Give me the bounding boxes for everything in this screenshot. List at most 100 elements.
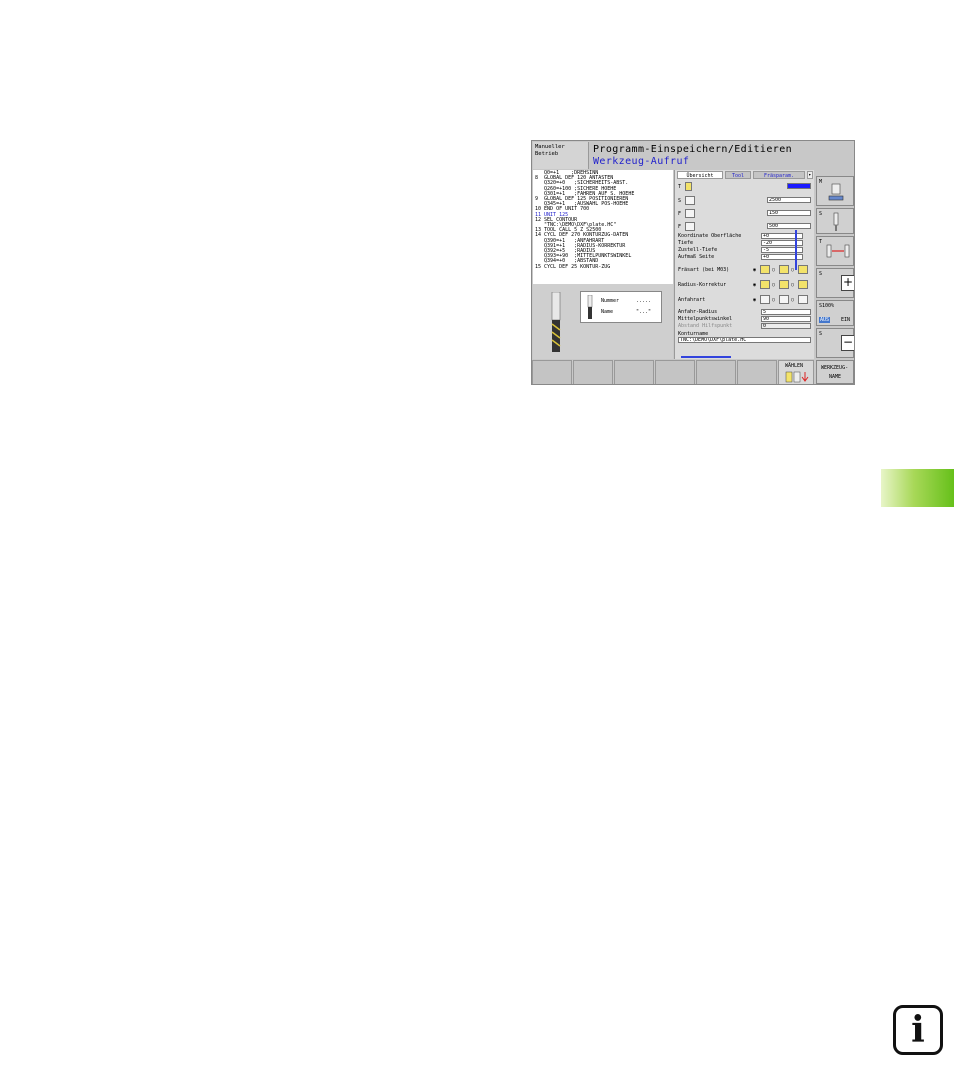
- mill-mode-radio-3[interactable]: ○: [791, 267, 794, 273]
- tab-scroll-right-icon[interactable]: ▸: [807, 171, 813, 179]
- approach-line-icon: [779, 295, 789, 304]
- program-line[interactable]: 15 CYCL DEF 25 KONTUR-ZUG: [535, 264, 671, 270]
- bottom-softkey-bar: WÄHLEN: [532, 360, 814, 384]
- tool-graphic-panel: Nummer ..... Name "...": [533, 284, 673, 359]
- form-scrollbar[interactable]: [795, 230, 797, 270]
- tab-tool[interactable]: Tool: [725, 171, 751, 179]
- center-angle-label: Mittelpunktswinkel: [678, 316, 733, 322]
- override-label: S100%: [819, 303, 835, 309]
- tool-number-field[interactable]: [787, 183, 811, 189]
- mill-mode-radio-2[interactable]: ○: [772, 267, 775, 273]
- tab-overview[interactable]: Übersicht: [677, 171, 723, 179]
- tool-change-icon: [826, 244, 850, 258]
- form-tabs: Übersicht Tool Fräsparam. ▸: [675, 170, 814, 180]
- machine-table-icon: [828, 183, 844, 201]
- werkzeug-label-1: WERKZEUG-: [821, 365, 849, 371]
- ein-label: EIN: [841, 317, 851, 323]
- contour-name-field[interactable]: TNC:\DEMO\DXF\plate.HC: [678, 337, 811, 343]
- form-hscrollbar[interactable]: [681, 356, 731, 358]
- comp-left-icon: [760, 280, 770, 289]
- plus-icon: +: [841, 275, 854, 291]
- radius-comp-label: Radius-Korrektur: [678, 282, 727, 288]
- comp-none-icon: [798, 280, 808, 289]
- approach-radius-label: Anfahr-Radius: [678, 309, 718, 315]
- spindle-tool-icon: [833, 212, 839, 231]
- waehlen-label: WÄHLEN: [785, 363, 804, 369]
- t-label-softkey: T: [819, 239, 823, 245]
- select-tool-icon: [785, 371, 809, 383]
- radius-comp-radio-1[interactable]: ◉: [753, 282, 756, 288]
- s-label-1: S: [819, 211, 823, 217]
- s-label: S: [678, 198, 682, 204]
- spindle-plus-softkey[interactable]: S +: [816, 268, 854, 298]
- comp-right-icon: [779, 280, 789, 289]
- info-icon: i: [893, 1005, 943, 1055]
- tool-number-value: .....: [636, 298, 652, 304]
- t-label: T: [678, 184, 682, 190]
- tnc-screen: Manueller Betrieb Programm-Einspeichern/…: [531, 140, 855, 385]
- tool-number-label: Nummer: [601, 298, 620, 304]
- softkey-1[interactable]: [532, 360, 572, 384]
- conventional-mill-icon: [779, 265, 789, 274]
- aus-label: AUS: [819, 317, 831, 323]
- right-softkey-bar: M S T S + S100% AUS EIN S − WERKZEUG- NA…: [815, 170, 854, 384]
- tool-name-label: Name: [601, 309, 614, 315]
- select-softkey[interactable]: WÄHLEN: [778, 360, 814, 384]
- approach-radio-3[interactable]: ○: [791, 297, 794, 303]
- f2-label: F: [678, 224, 682, 230]
- tool-info-box: Nummer ..... Name "...": [580, 291, 662, 323]
- m-function-softkey[interactable]: M: [816, 176, 854, 206]
- m-label: M: [819, 179, 823, 185]
- tool-call-form: Übersicht Tool Fräsparam. ▸ T S 2500 F 1…: [674, 170, 814, 359]
- s-label-3: S: [819, 331, 823, 337]
- spindle-icon: [685, 196, 695, 205]
- softkey-6[interactable]: [737, 360, 777, 384]
- softkey-4[interactable]: [655, 360, 695, 384]
- info-glyph: i: [911, 1009, 925, 1051]
- mill-feed-icon: [685, 222, 695, 231]
- minus-icon: −: [841, 335, 854, 351]
- werkzeug-label-2: NAME: [829, 374, 842, 380]
- window-subtitle: Werkzeug-Aufruf: [593, 156, 690, 167]
- tab-milling-params[interactable]: Fräsparam.: [753, 171, 805, 179]
- center-angle-field[interactable]: 90: [761, 316, 811, 322]
- program-listing[interactable]: Q0=+1 ;DREHSINN 8 GLOBAL DEF 120 ANTASTEN…: [533, 170, 673, 284]
- aux-distance-label: Abstand Hilfspunkt: [678, 323, 733, 329]
- plunge-feed-icon: [685, 209, 695, 218]
- plunge-feed-field[interactable]: 150: [767, 210, 811, 216]
- softkey-2[interactable]: [573, 360, 613, 384]
- f1-label: F: [678, 211, 682, 217]
- title-panel: Programm-Einspeichern/Editieren Werkzeug…: [590, 142, 854, 169]
- spindle-speed-field[interactable]: 2500: [767, 197, 811, 203]
- tool-small-icon: [587, 295, 593, 319]
- mixed-mill-icon: [798, 265, 808, 274]
- radius-comp-radio-2[interactable]: ○: [772, 282, 775, 288]
- depth-label: Tiefe: [678, 240, 694, 246]
- allowance-label: Aufmaß Seite: [678, 254, 715, 260]
- mode-line2: Betrieb: [535, 151, 559, 157]
- mode-panel: Manueller Betrieb: [533, 142, 589, 169]
- approach-label: Anfahrart: [678, 297, 706, 303]
- override-softkey[interactable]: S100% AUS EIN: [816, 300, 854, 326]
- climb-mill-icon: [760, 265, 770, 274]
- end-mill-icon: [551, 292, 561, 352]
- radius-comp-radio-3[interactable]: ○: [791, 282, 794, 288]
- softkey-3[interactable]: [614, 360, 654, 384]
- tool-name-value: "...": [636, 309, 652, 315]
- tool-change-softkey[interactable]: T: [816, 236, 854, 266]
- spindle-minus-softkey[interactable]: S −: [816, 328, 854, 358]
- tool-select-icon[interactable]: [685, 182, 692, 191]
- approach-arc-icon: [760, 295, 770, 304]
- mill-mode-radio-1[interactable]: ◉: [753, 267, 756, 273]
- mill-feed-field[interactable]: 500: [767, 223, 811, 229]
- tool-name-softkey[interactable]: WERKZEUG- NAME: [816, 360, 854, 384]
- approach-radio-1[interactable]: ◉: [753, 297, 756, 303]
- spindle-softkey[interactable]: S: [816, 208, 854, 234]
- approach-radius-field[interactable]: 5: [761, 309, 811, 315]
- softkey-5[interactable]: [696, 360, 736, 384]
- s-label-2: S: [819, 271, 823, 277]
- aux-distance-field[interactable]: 0: [761, 323, 811, 329]
- plunge-depth-label: Zustell-Tiefe: [678, 247, 718, 253]
- mill-mode-label: Fräsart (bei M03): [678, 267, 730, 273]
- approach-radio-2[interactable]: ○: [772, 297, 775, 303]
